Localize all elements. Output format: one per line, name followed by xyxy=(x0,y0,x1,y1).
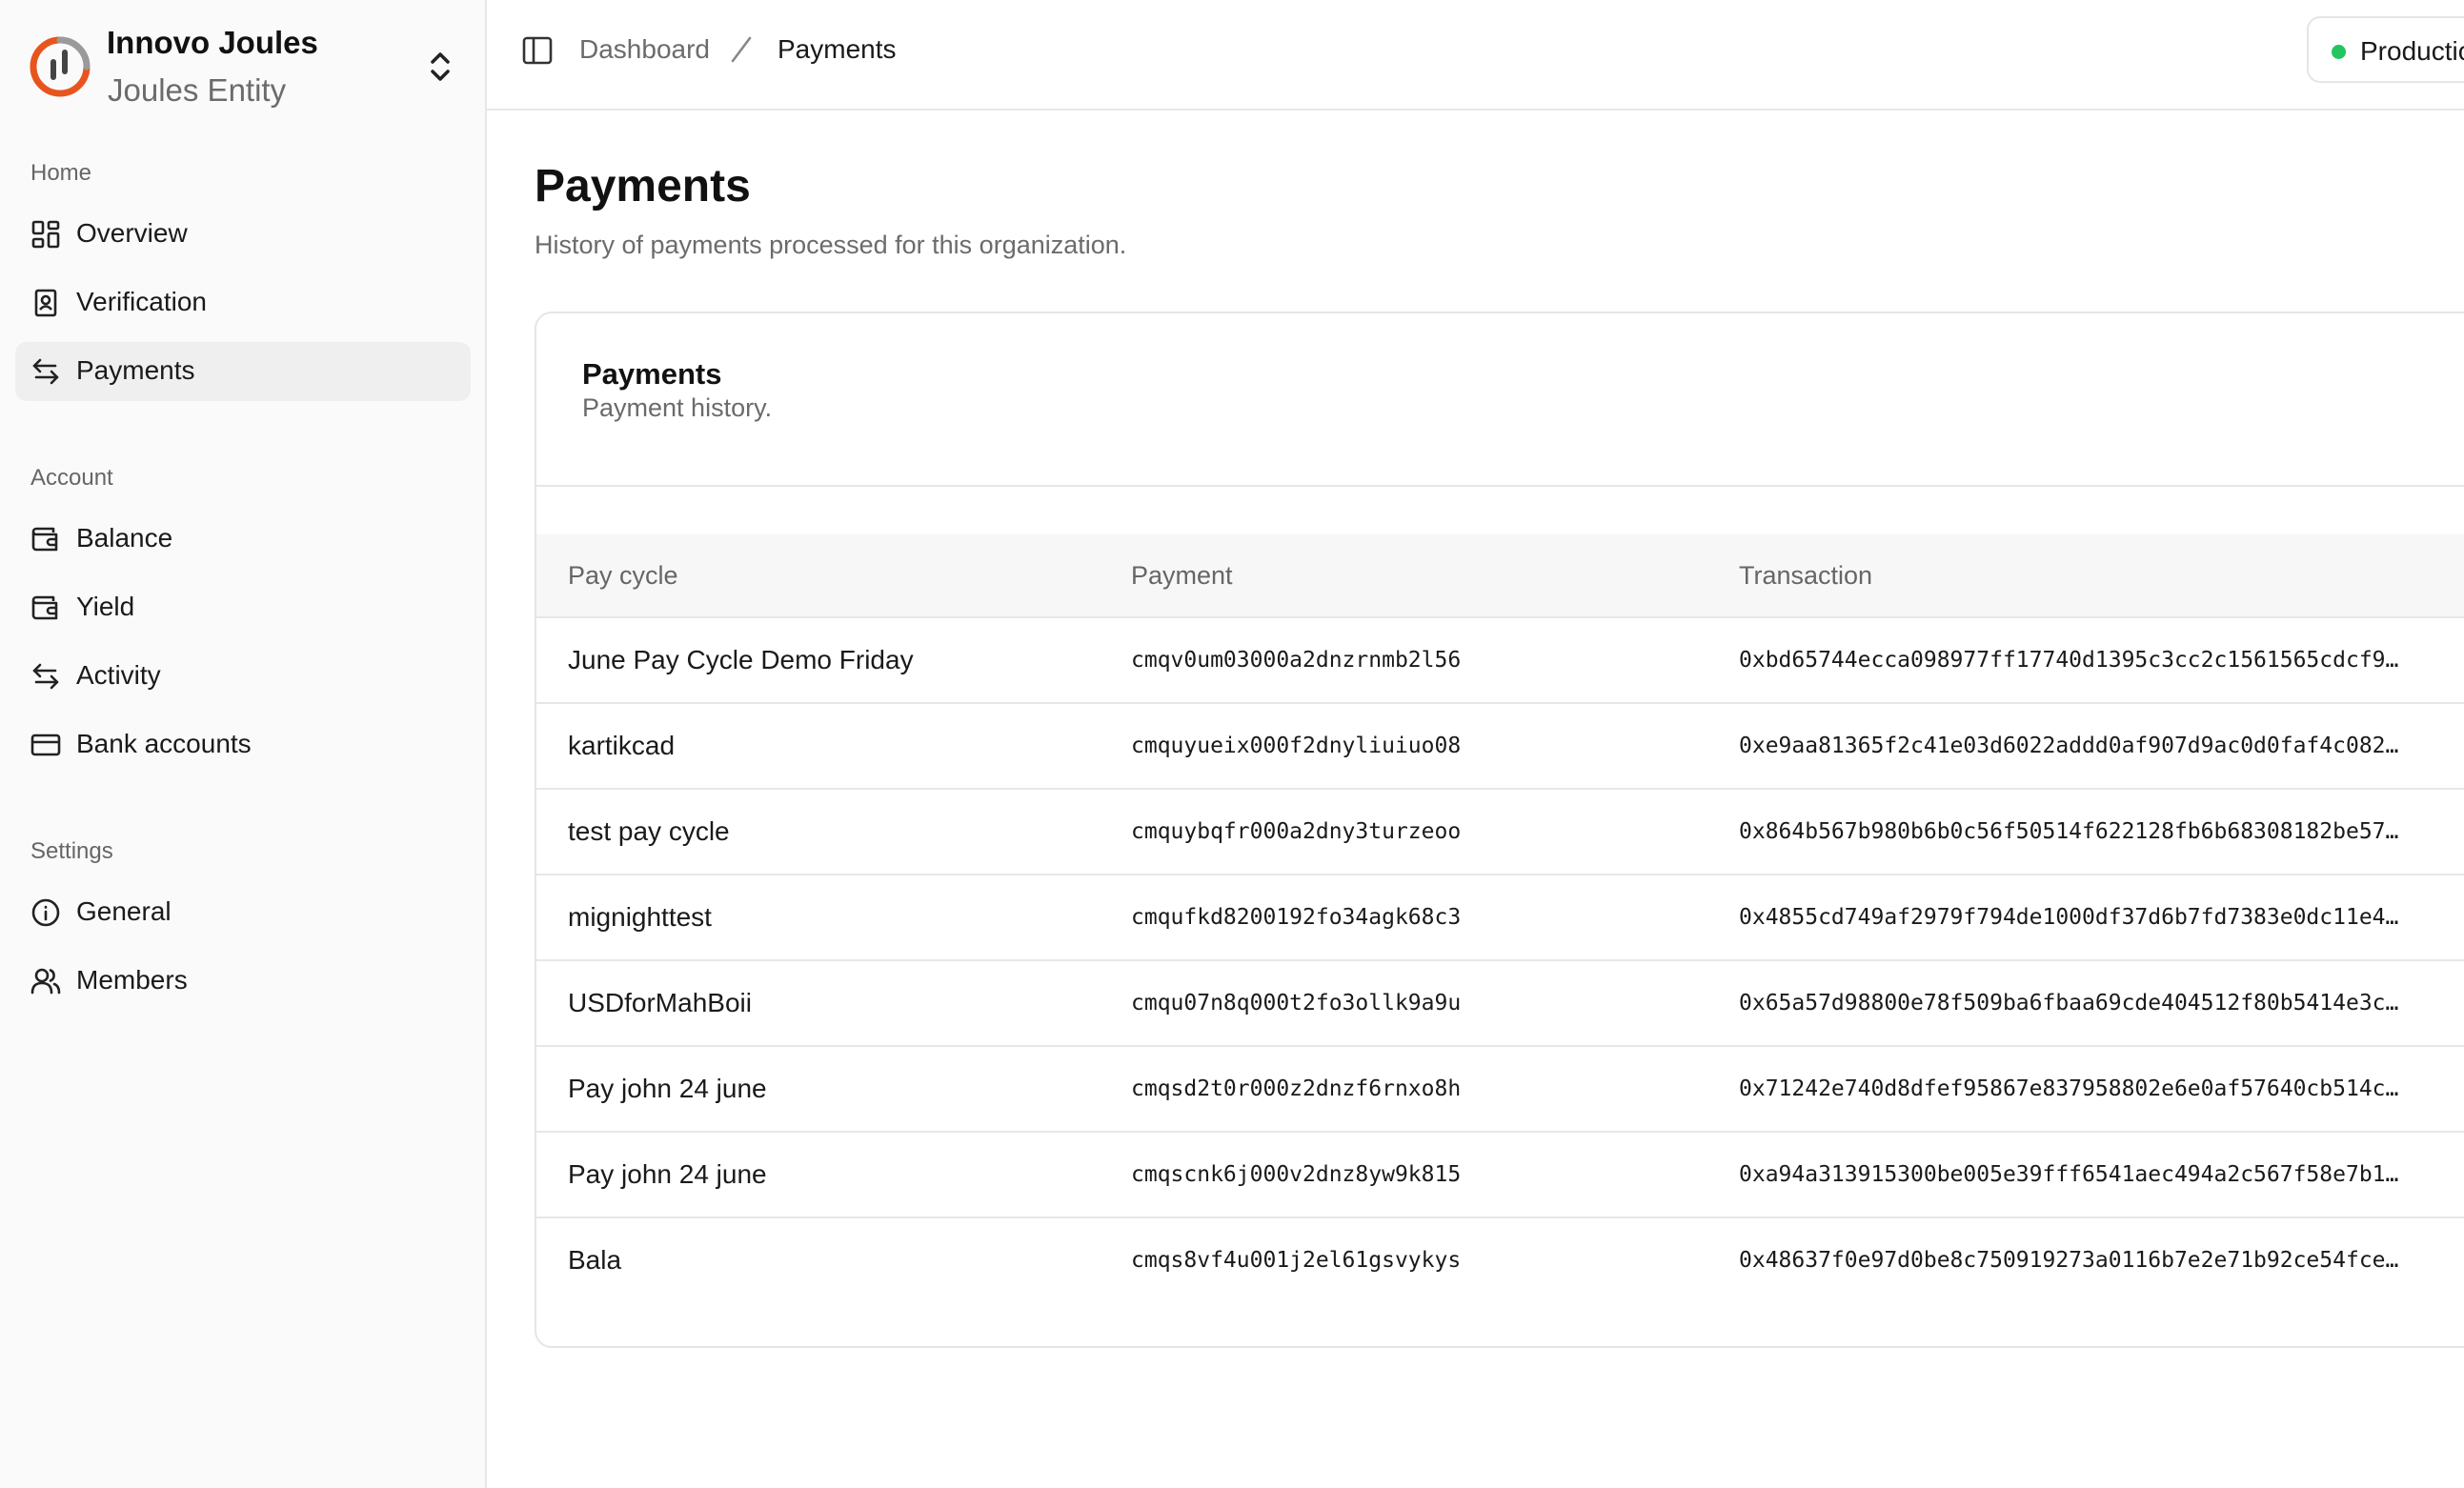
table-row[interactable]: kartikcad cmquyueix000f2dnyliuiuo08 0xe9… xyxy=(536,704,2464,790)
sidebar-toggle-icon[interactable] xyxy=(521,34,554,67)
sidebar-item-label: Overview xyxy=(76,218,188,248)
cell-pay-cycle: kartikcad xyxy=(568,731,676,760)
cell-transaction-hash[interactable]: 0x65a57d98800e78f509ba6fbaa69cde404512f8… xyxy=(1739,961,2427,1045)
org-switcher[interactable]: Innovo Joules Joules Entity xyxy=(0,0,485,133)
environment-selector[interactable]: Production xyxy=(2307,16,2464,83)
cell-payment-id: cmquybqfr000a2dny3turzeoo xyxy=(1131,819,1462,844)
arrows-left-right-icon xyxy=(30,356,61,387)
status-dot-icon xyxy=(2332,45,2346,59)
cell-payment-id: cmqv0um03000a2dnzrnmb2l56 xyxy=(1131,648,1462,673)
column-header-payment: Payment xyxy=(1131,561,1233,590)
grid-icon xyxy=(30,219,61,250)
chevrons-up-down-icon[interactable] xyxy=(423,48,457,86)
cell-transaction-hash[interactable]: 0x4855cd749af2979f794de1000df37d6b7fd738… xyxy=(1739,875,2427,959)
arrows-left-right-icon xyxy=(30,661,61,692)
sidebar-item-members[interactable]: Members xyxy=(15,952,471,1011)
org-name: Innovo Joules xyxy=(107,25,318,60)
wallet-icon xyxy=(30,593,61,623)
org-logo-icon xyxy=(30,36,91,97)
credit-card-icon xyxy=(30,730,61,760)
sidebar-item-balance[interactable]: Balance xyxy=(15,510,471,569)
column-header-transaction: Transaction xyxy=(1739,561,1873,590)
wallet-icon xyxy=(30,524,61,554)
cell-pay-cycle: June Pay Cycle Demo Friday xyxy=(568,645,914,674)
sidebar-item-label: Payments xyxy=(76,355,195,385)
breadcrumb-current: Payments xyxy=(778,34,897,64)
cell-pay-cycle: mignighttest xyxy=(568,902,712,932)
sidebar-item-label: Balance xyxy=(76,523,173,553)
sidebar-item-activity[interactable]: Activity xyxy=(15,647,471,706)
table-row[interactable]: USDforMahBoii cmqu07n8q000t2fo3ollk9a9u … xyxy=(536,961,2464,1047)
cell-pay-cycle: Pay john 24 june xyxy=(568,1159,767,1189)
nav-section-settings: Settings xyxy=(30,838,113,864)
cell-transaction-hash[interactable]: 0x71242e740d8dfef95867e837958802e6e0af57… xyxy=(1739,1047,2427,1131)
sidebar-item-label: Activity xyxy=(76,660,161,690)
users-icon xyxy=(30,966,61,996)
id-badge-icon xyxy=(30,288,61,318)
table-row[interactable]: mignighttest cmqufkd8200192fo34agk68c3 0… xyxy=(536,875,2464,961)
environment-label: Production xyxy=(2360,36,2464,66)
page-title: Payments xyxy=(535,161,751,211)
sidebar-item-general[interactable]: General xyxy=(15,883,471,942)
sidebar: Innovo Joules Joules Entity Home Overvie… xyxy=(0,0,487,1488)
card-divider xyxy=(536,485,2464,487)
sidebar-item-label: Members xyxy=(76,965,188,995)
table-row[interactable]: Pay john 24 june cmqscnk6j000v2dnz8yw9k8… xyxy=(536,1133,2464,1218)
cell-pay-cycle: Bala xyxy=(568,1245,622,1275)
table-row[interactable]: Bala cmqs8vf4u001j2el61gsvykys 0x48637f0… xyxy=(536,1218,2464,1304)
cell-transaction-hash[interactable]: 0xbd65744ecca098977ff17740d1395c3cc2c156… xyxy=(1739,618,2427,702)
cell-payment-id: cmqscnk6j000v2dnz8yw9k815 xyxy=(1131,1162,1462,1187)
cell-payment-id: cmquyueix000f2dnyliuiuo08 xyxy=(1131,734,1462,758)
sidebar-item-bank-accounts[interactable]: Bank accounts xyxy=(15,715,471,774)
payments-card: Payments Payment history. Pay cycle Paym… xyxy=(535,312,2464,1348)
nav-section-account: Account xyxy=(30,465,113,491)
card-title: Payments xyxy=(582,357,722,391)
sidebar-item-label: General xyxy=(76,896,172,926)
sidebar-item-label: Yield xyxy=(76,592,135,621)
cell-transaction-hash[interactable]: 0x48637f0e97d0be8c750919273a0116b7e2e71b… xyxy=(1739,1218,2427,1302)
sidebar-item-overview[interactable]: Overview xyxy=(15,205,471,264)
sidebar-item-label: Verification xyxy=(76,287,207,316)
cell-payment-id: cmqufkd8200192fo34agk68c3 xyxy=(1131,905,1462,930)
cell-payment-id: cmqs8vf4u001j2el61gsvykys xyxy=(1131,1248,1462,1273)
top-header: Dashboard Payments Production xyxy=(487,0,2464,111)
cell-pay-cycle: Pay john 24 june xyxy=(568,1074,767,1103)
cell-pay-cycle: test pay cycle xyxy=(568,816,730,846)
sidebar-item-payments[interactable]: Payments xyxy=(15,342,471,401)
table-row[interactable]: Pay john 24 june cmqsd2t0r000z2dnzf6rnxo… xyxy=(536,1047,2464,1133)
cell-transaction-hash[interactable]: 0xe9aa81365f2c41e03d6022addd0af907d9ac0d… xyxy=(1739,704,2427,788)
sidebar-item-label: Bank accounts xyxy=(76,729,252,758)
table-body: June Pay Cycle Demo Friday cmqv0um03000a… xyxy=(536,618,2464,1304)
breadcrumb-dashboard[interactable]: Dashboard xyxy=(579,34,710,65)
org-entity: Joules Entity xyxy=(108,72,287,108)
cell-transaction-hash[interactable]: 0x864b567b980b6b0c56f50514f622128fb6b683… xyxy=(1739,790,2427,874)
info-circle-icon xyxy=(30,897,61,928)
table-row[interactable]: test pay cycle cmquybqfr000a2dny3turzeoo… xyxy=(536,790,2464,875)
cell-pay-cycle: USDforMahBoii xyxy=(568,988,752,1017)
breadcrumb-separator-icon xyxy=(727,34,756,65)
sidebar-item-yield[interactable]: Yield xyxy=(15,578,471,637)
cell-payment-id: cmqsd2t0r000z2dnzf6rnxo8h xyxy=(1131,1076,1462,1101)
cell-payment-id: cmqu07n8q000t2fo3ollk9a9u xyxy=(1131,991,1462,1015)
nav-section-home: Home xyxy=(30,160,92,186)
page-subtitle: History of payments processed for this o… xyxy=(535,231,1127,259)
column-header-pay-cycle: Pay cycle xyxy=(568,561,678,590)
cell-transaction-hash[interactable]: 0xa94a313915300be005e39fff6541aec494a2c5… xyxy=(1739,1133,2427,1217)
card-subtitle: Payment history. xyxy=(582,393,773,422)
sidebar-item-verification[interactable]: Verification xyxy=(15,273,471,332)
table-header: Pay cycle Payment Transaction xyxy=(536,534,2464,618)
table-row[interactable]: June Pay Cycle Demo Friday cmqv0um03000a… xyxy=(536,618,2464,704)
